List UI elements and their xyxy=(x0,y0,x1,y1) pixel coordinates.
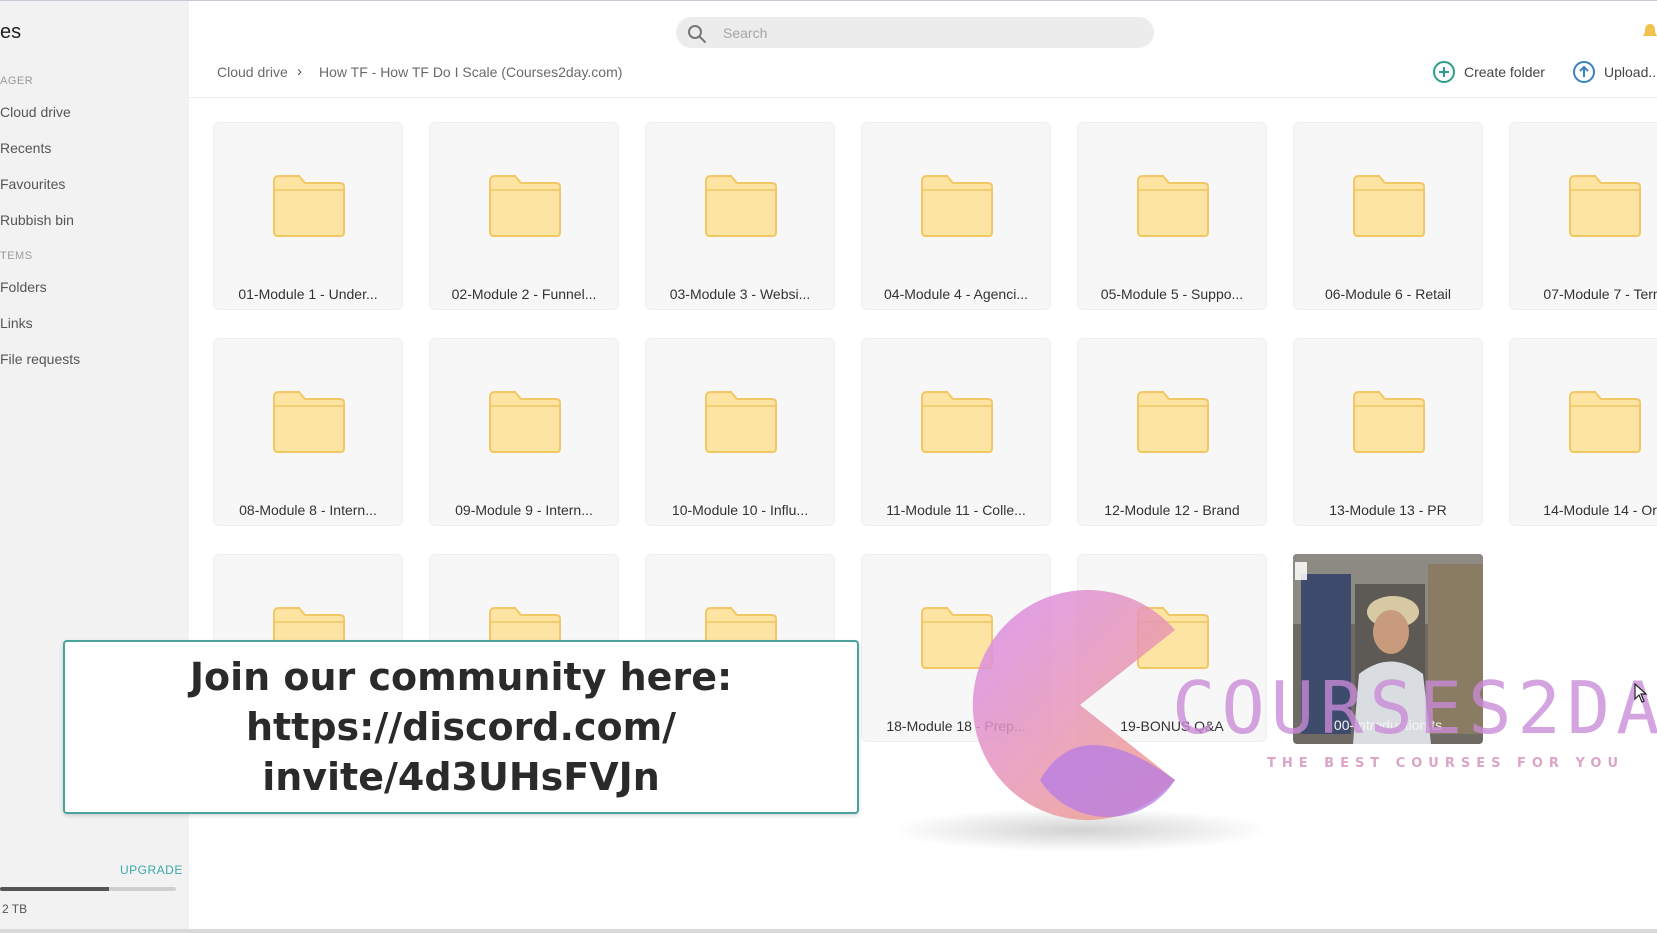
create-folder-label: Create folder xyxy=(1464,64,1545,80)
folder-icon xyxy=(705,175,777,237)
upload-button[interactable]: Upload... xyxy=(1572,59,1657,85)
folder-tile[interactable]: 13-Module 13 - PR xyxy=(1293,338,1483,526)
banner-line-2: https://discord.com/ xyxy=(245,705,677,749)
folder-icon xyxy=(1137,175,1209,237)
folder-label: 01-Module 1 - Under... xyxy=(238,286,378,302)
folder-tile[interactable]: 04-Module 4 - Agenci... xyxy=(861,122,1051,310)
folder-icon xyxy=(273,391,345,453)
header-divider xyxy=(189,97,1657,98)
bell-icon[interactable] xyxy=(1642,22,1657,42)
folder-label: 10-Module 10 - Influ... xyxy=(671,502,809,518)
folder-icon xyxy=(273,175,345,237)
folder-icon xyxy=(1137,391,1209,453)
folder-tile[interactable]: 06-Module 6 - Retail xyxy=(1293,122,1483,310)
folder-icon xyxy=(1569,391,1641,453)
folder-label: 12-Module 12 - Brand xyxy=(1104,502,1240,518)
sidebar-title: es xyxy=(0,21,22,43)
folder-tile[interactable]: 03-Module 3 - Websi... xyxy=(645,122,835,310)
search-icon xyxy=(688,25,706,43)
watermark-text: COURSES2DAY xyxy=(1172,666,1657,750)
folder-tile[interactable]: 11-Module 11 - Colle... xyxy=(861,338,1051,526)
folder-tile[interactable]: 02-Module 2 - Funnel... xyxy=(429,122,619,310)
folder-tile[interactable]: 01-Module 1 - Under... xyxy=(213,122,403,310)
community-banner: Join our community here: https://discord… xyxy=(63,640,859,814)
folder-label: 07-Module 7 - Term xyxy=(1543,286,1657,302)
folder-tile[interactable]: 10-Module 10 - Influ... xyxy=(645,338,835,526)
sidebar-item-rubbish-bin[interactable]: Rubbish bin xyxy=(0,212,74,228)
folder-label: 09-Module 9 - Intern... xyxy=(455,502,593,518)
create-folder-button[interactable]: Create folder xyxy=(1432,59,1545,85)
sidebar-item-cloud-drive[interactable]: Cloud drive xyxy=(0,104,71,120)
folder-tile[interactable]: 05-Module 5 - Suppo... xyxy=(1077,122,1267,310)
bottom-border xyxy=(0,929,1657,933)
folder-label: 02-Module 2 - Funnel... xyxy=(451,286,597,302)
folder-label: 05-Module 5 - Suppo... xyxy=(1100,286,1244,302)
folder-tile[interactable]: 12-Module 12 - Brand xyxy=(1077,338,1267,526)
folder-icon xyxy=(1353,175,1425,237)
folder-tile[interactable]: 07-Module 7 - Term xyxy=(1509,122,1657,310)
folder-label: 04-Module 4 - Agenci... xyxy=(884,286,1028,302)
mouse-cursor xyxy=(1634,683,1648,703)
folder-icon xyxy=(489,175,561,237)
storage-bar xyxy=(0,887,176,891)
upload-icon xyxy=(1573,61,1595,83)
folder-tile[interactable]: 09-Module 9 - Intern... xyxy=(429,338,619,526)
sidebar-item-file-requests[interactable]: File requests xyxy=(0,351,80,367)
folder-icon xyxy=(489,391,561,453)
sidebar-section-items: TEMS xyxy=(0,250,33,262)
banner-line-3: invite/4d3UHsFVJn xyxy=(262,755,660,799)
folder-icon xyxy=(921,391,993,453)
watermark-tagline: THE BEST COURSES FOR YOU xyxy=(1267,756,1625,771)
sidebar-section-manager: AGER xyxy=(0,75,34,87)
banner-line-1: Join our community here: xyxy=(189,655,733,699)
upload-label: Upload... xyxy=(1604,64,1657,80)
folder-label: 11-Module 11 - Colle... xyxy=(886,502,1026,518)
folder-label: 08-Module 8 - Intern... xyxy=(239,502,377,518)
folder-label: 03-Module 3 - Websi... xyxy=(669,286,811,302)
folder-icon xyxy=(705,391,777,453)
folder-label: 06-Module 6 - Retail xyxy=(1324,286,1452,302)
sidebar-item-favourites[interactable]: Favourites xyxy=(0,176,65,192)
top-border xyxy=(0,0,1657,1)
folder-icon xyxy=(921,175,993,237)
folder-label: 13-Module 13 - PR xyxy=(1329,502,1447,518)
upgrade-link[interactable]: UPGRADE xyxy=(120,863,183,877)
breadcrumb-cloud-drive[interactable]: Cloud drive xyxy=(217,64,288,80)
folder-tile[interactable]: 08-Module 8 - Intern... xyxy=(213,338,403,526)
chevron-right-icon: › xyxy=(297,63,302,80)
sidebar-item-links[interactable]: Links xyxy=(0,315,33,331)
folder-icon xyxy=(1353,391,1425,453)
search-box[interactable] xyxy=(676,17,1154,48)
breadcrumb-current-folder[interactable]: How TF - How TF Do I Scale (Courses2day.… xyxy=(319,64,622,80)
folder-icon xyxy=(1569,175,1641,237)
add-folder-icon xyxy=(1433,61,1455,83)
storage-text: 2 TB xyxy=(2,902,28,916)
sidebar-item-recents[interactable]: Recents xyxy=(0,140,51,156)
sidebar-item-folders[interactable]: Folders xyxy=(0,279,47,295)
folder-tile[interactable]: 14-Module 14 - Org xyxy=(1509,338,1657,526)
storage-bar-fill xyxy=(0,887,110,891)
folder-label: 14-Module 14 - Org xyxy=(1543,502,1657,518)
search-input[interactable] xyxy=(723,17,1123,48)
